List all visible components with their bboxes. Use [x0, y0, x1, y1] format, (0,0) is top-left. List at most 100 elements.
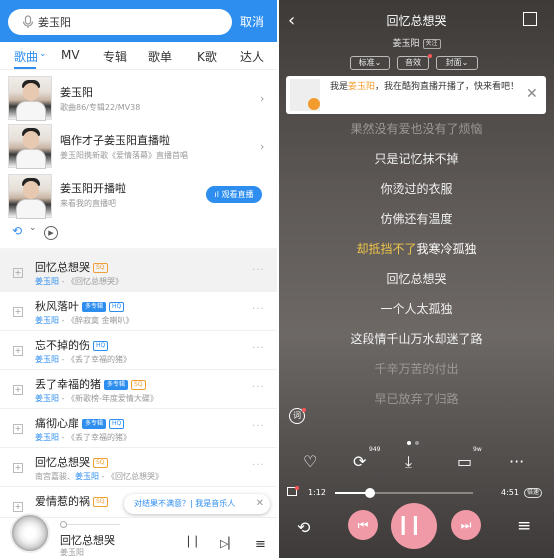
mini-song-title: 回忆总想哭 [60, 534, 115, 547]
song-row[interactable]: + 丢了幸福的猪 多专辑 SQ 姜玉阳 - 《新歌榜-年度爱情大碟》 ··· [0, 370, 277, 409]
tab-playlists[interactable]: 歌单 [148, 48, 172, 65]
more-icon[interactable]: ··· [509, 452, 524, 471]
tab-songs[interactable]: 歌曲 [14, 48, 38, 65]
comment-count: 9w [473, 446, 482, 453]
lyric-line: 果然没有爱也没有了烦恼 [350, 122, 483, 136]
download-icon[interactable]: ⤓ [405, 452, 412, 472]
add-icon[interactable]: + [13, 424, 23, 434]
quality-selector[interactable]: 标准⌄ [350, 56, 390, 70]
add-icon[interactable]: + [13, 346, 23, 356]
artist-result[interactable]: 姜玉阳 歌曲86/专辑22/MV38 › [0, 74, 277, 122]
song-row[interactable]: + 痛彻心扉 多专辑 HQ 姜玉阳 - 《丢了幸福的猪》 ··· [0, 409, 277, 448]
repeat-icon[interactable]: ⟲ [12, 224, 26, 238]
song-title: 忘不掉的伤 HQ [35, 337, 109, 353]
action-row: ♡ ⟳ 949 ⤓ ▭ 9w ··· [279, 446, 554, 476]
add-icon[interactable]: + [13, 385, 23, 395]
watch-live-button[interactable]: ıl 观看直播 [206, 186, 262, 203]
like-icon[interactable]: ♡ [303, 452, 317, 471]
song-title: 回忆总想哭 SQ [35, 259, 108, 275]
song-artist[interactable]: 姜玉阳 [75, 472, 99, 481]
playlist-icon[interactable]: ≡ [255, 537, 266, 552]
more-icon[interactable]: ··· [252, 265, 265, 276]
song-album: - 《回忆总想哭》 [99, 472, 163, 481]
mini-cover-art[interactable] [10, 513, 50, 553]
pause-button[interactable]: ▎▎ [391, 503, 437, 549]
song-artist[interactable]: 姜玉阳 [35, 277, 59, 286]
song-row[interactable]: + 回忆总想哭 SQ 姜玉阳 - 《回忆总想哭》 ··· [0, 253, 277, 292]
microphone-icon[interactable] [22, 15, 34, 29]
close-icon[interactable]: ✕ [526, 86, 538, 102]
share-icon[interactable]: ⟳ 949 [353, 446, 380, 471]
feedback-toast[interactable]: 对结果不满意？| 我是音乐人 ✕ [124, 494, 270, 514]
active-tab-indicator [14, 67, 36, 69]
song-artist[interactable]: 姜玉阳 [35, 355, 59, 364]
more-icon[interactable]: ··· [252, 343, 265, 354]
mini-player[interactable]: 回忆总想哭 姜玉阳 ▏▏ ▷▏ ≡ [0, 513, 277, 558]
song-meta: 姜玉阳 - 《新歌榜-年度爱情大碟》 [35, 393, 158, 404]
lyric-line: 千辛万苦的付出 [374, 362, 459, 376]
mini-artist: 姜玉阳 [60, 548, 84, 557]
tab-albums[interactable]: 专辑 [103, 48, 127, 65]
song-artist[interactable]: 姜玉阳 [35, 316, 59, 325]
cover-selector[interactable]: 封面⌄ [436, 56, 478, 70]
follow-tag[interactable]: 关注 [422, 38, 441, 49]
progress-row: 1:12 4:51 倍速 [279, 486, 554, 500]
more-icon[interactable]: ··· [252, 304, 265, 315]
more-icon[interactable]: ··· [252, 382, 265, 393]
song-artist[interactable]: 姜玉阳 [35, 433, 59, 442]
song-title: 痛彻心扉 多专辑 HQ [35, 415, 125, 431]
cancel-button[interactable]: 取消 [240, 13, 264, 30]
feedback-text[interactable]: 对结果不满意？| 我是音乐人 [134, 499, 235, 508]
search-value[interactable]: 姜玉阳 [38, 14, 71, 30]
close-icon[interactable]: ✕ [256, 494, 264, 514]
sound-effect-button[interactable]: 音效 [397, 56, 429, 70]
share-count: 949 [369, 446, 381, 453]
avatar [8, 174, 52, 219]
share-icon[interactable] [523, 12, 537, 26]
repeat-icon[interactable]: ⟲ [297, 518, 310, 537]
song-meta: 姜玉阳 - 《醉寂寞 金喇叭》 [35, 315, 134, 326]
add-icon[interactable]: + [13, 463, 23, 473]
song-artist[interactable]: 姜玉阳 [35, 394, 59, 403]
chevron-down-icon[interactable]: ⌄ [39, 49, 47, 59]
quality-tag: HQ [109, 302, 125, 312]
add-icon[interactable]: + [13, 307, 23, 317]
play-all-icon[interactable]: ▶ [44, 226, 58, 240]
live-promo-result[interactable]: 唱作才子姜玉阳直播啦 姜玉阳携新歌《爱情落幕》直播首唱 › [0, 122, 277, 170]
pause-icon[interactable]: ▏▏ [188, 537, 203, 548]
add-icon[interactable]: + [13, 268, 23, 278]
elapsed-time: 1:12 [308, 488, 326, 497]
song-meta: 南宫嘉骏、姜玉阳 - 《回忆总想哭》 [35, 472, 163, 481]
prev-button[interactable]: ⏮ [348, 510, 378, 540]
tab-talent[interactable]: 达人 [240, 48, 264, 65]
speed-button[interactable]: 倍速 [524, 488, 543, 498]
more-icon[interactable]: ··· [252, 421, 265, 432]
current-lyric-line: 却抵挡不了我寒冷孤独 [356, 242, 477, 256]
more-icon[interactable]: ··· [252, 460, 265, 471]
song-album: - 《丢了幸福的猪》 [59, 355, 131, 364]
add-icon[interactable]: + [13, 502, 23, 512]
page-dots [407, 430, 423, 449]
quality-tag: HQ [93, 341, 109, 351]
live-icon [308, 98, 320, 110]
live-notice[interactable]: 我是姜玉阳，我在酷狗直播开播了，快来看吧！ ✕ [286, 76, 546, 114]
song-row[interactable]: + 回忆总想哭 SQ 南宫嘉骏、姜玉阳 - 《回忆总想哭》 ··· [0, 448, 277, 487]
search-input[interactable]: 姜玉阳 [8, 9, 232, 35]
song-title: 秋风落叶 多专辑 HQ [35, 298, 125, 314]
comment-icon[interactable]: ▭ 9w [457, 446, 482, 471]
live-now-sub: 来看我的直播吧 [60, 199, 116, 208]
song-row[interactable]: + 忘不掉的伤 HQ 姜玉阳 - 《丢了幸福的猪》 ··· [0, 331, 277, 370]
mini-progress-knob[interactable] [60, 521, 67, 528]
next-icon[interactable]: ▷▏ [220, 537, 237, 550]
artist-name[interactable]: 姜玉阳 [392, 39, 419, 49]
progress-knob[interactable] [364, 488, 375, 498]
chevron-down-icon[interactable]: ⌄ [29, 223, 37, 233]
song-album: - 《回忆总想哭》 [59, 277, 123, 286]
tab-mv[interactable]: MV [61, 48, 80, 62]
tab-karaoke[interactable]: K歌 [197, 48, 217, 65]
now-playing-screen: ‹ 回忆总想哭 姜玉阳 关注 标准⌄ 音效 封面⌄ 我是姜玉阳，我在酷狗直播开播了… [279, 0, 554, 558]
playlist-icon[interactable]: ≡ [517, 516, 531, 536]
song-row[interactable]: + 秋风落叶 多专辑 HQ 姜玉阳 - 《醉寂寞 金喇叭》 ··· [0, 292, 277, 331]
next-button[interactable]: ⏭ [451, 510, 481, 540]
mini-progress-bar [60, 524, 120, 525]
